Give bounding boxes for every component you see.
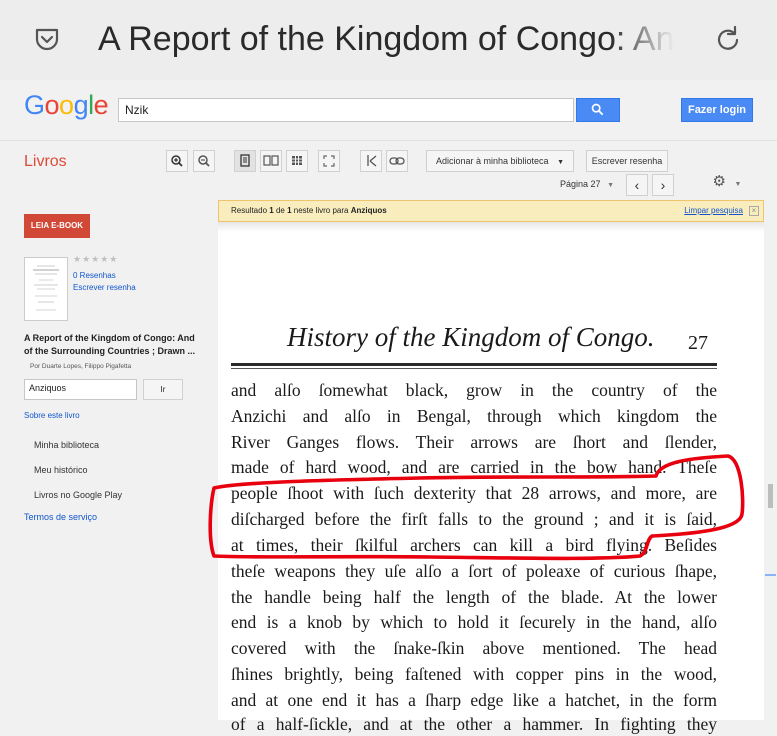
header-divider	[0, 140, 777, 141]
single-page-button[interactable]	[234, 150, 256, 172]
write-review-link[interactable]: Escrever resenha	[73, 283, 136, 292]
next-page-button[interactable]: ›	[652, 174, 674, 196]
header-rule-thin	[231, 368, 717, 369]
book-author: Por Duarte Lopes, Filippo Pigafetta	[30, 363, 132, 370]
link-icon	[389, 157, 405, 165]
tab-title: A Report of the Kingdom of Congo: An	[98, 20, 675, 58]
browser-tab-bar: A Report of the Kingdom of Congo: An	[0, 0, 777, 80]
page-select[interactable]: Página 27 ▼	[551, 174, 623, 196]
text-line: people ſhoot with ſuch dexterity that 28…	[231, 483, 717, 503]
text-line: at times, their ſkilful archers can kill…	[231, 535, 717, 555]
notice-text: Resultado	[231, 206, 268, 215]
book-search-input[interactable]: Anziquos	[24, 379, 137, 400]
two-page-button[interactable]	[260, 150, 282, 172]
close-icon[interactable]: ×	[749, 206, 759, 216]
gear-icon: ⚙	[712, 173, 726, 190]
notice-query: Anziquos	[350, 206, 387, 215]
chevron-down-icon: ▼	[557, 159, 565, 166]
pocket-icon[interactable]	[33, 25, 61, 53]
zoom-in-icon	[171, 155, 183, 167]
notice-result-total: 1	[287, 206, 292, 215]
book-search-button[interactable]: Ir	[143, 379, 183, 400]
text-line: diſcharged before the firſt falls to the…	[231, 509, 717, 529]
text-line: and at one end it has a ſharp edge like …	[231, 690, 717, 710]
chevron-left-icon: ‹	[634, 177, 640, 193]
zoom-in-button[interactable]	[166, 150, 188, 172]
header-rule	[231, 363, 717, 366]
text-line: the handle being half the length of the …	[231, 587, 717, 607]
thumbnail-view-button[interactable]	[286, 150, 308, 172]
book-cover-image	[33, 265, 59, 311]
search-icon	[591, 103, 604, 116]
clip-icon	[367, 155, 377, 167]
text-line: covered with the ſnake-ſkin above mentio…	[231, 638, 717, 658]
previous-page-button[interactable]: ‹	[626, 174, 648, 196]
zoom-out-icon	[198, 155, 210, 167]
vertical-scrollbar[interactable]	[764, 222, 777, 720]
notice-text: neste livro para	[293, 206, 349, 215]
text-line: end is a knob by which to hold it ſecure…	[231, 612, 717, 632]
google-logo[interactable]: Google	[24, 90, 109, 121]
reload-icon[interactable]	[712, 24, 744, 56]
write-review-button[interactable]: Escrever resenha	[586, 150, 668, 172]
notice-text: de	[275, 206, 285, 215]
notice-result-number: 1	[269, 206, 274, 215]
text-line: and alſo ſomewhat black, grow in the cou…	[231, 380, 717, 400]
read-ebook-button[interactable]: LEIA E-BOOK	[24, 214, 90, 238]
reviews-link[interactable]: 0 Resenhas	[73, 271, 116, 280]
book-title[interactable]: A Report of the Kingdom of Congo: And of…	[24, 332, 200, 358]
page-shadow	[218, 222, 764, 232]
add-to-library-button[interactable]: Adicionar à minha biblioteca ▼	[426, 150, 574, 172]
page-running-header: History of the Kingdom of Congo.	[287, 322, 655, 352]
login-button[interactable]: Fazer login	[681, 98, 753, 122]
page-number: 27	[688, 332, 708, 354]
terms-of-service-link[interactable]: Termos de serviço	[24, 512, 97, 522]
chevron-down-icon: ▼	[607, 182, 614, 189]
page-select-label: Página 27	[560, 179, 601, 189]
scrollbar-thumb[interactable]	[768, 484, 773, 508]
write-review-label: Escrever resenha	[591, 156, 663, 166]
nav-my-history[interactable]: Meu histórico	[34, 465, 88, 475]
fullscreen-button[interactable]	[318, 150, 340, 172]
search-result-notice: Resultado 1 de 1 neste livro para Anziqu…	[218, 200, 764, 222]
zoom-out-button[interactable]	[193, 150, 215, 172]
add-to-library-label: Adicionar à minha biblioteca	[435, 156, 549, 166]
search-input[interactable]: Nzik	[118, 98, 574, 122]
text-line: made of hard wood, and are carried in th…	[231, 457, 717, 477]
book-cover-thumbnail[interactable]	[24, 257, 68, 321]
text-line: theſe weapons they uſe alſo a ſort of po…	[231, 561, 717, 581]
text-line: Anzichi and alſo in Bengal, through whic…	[231, 406, 717, 426]
settings-button[interactable]: ⚙ ▼	[699, 172, 755, 194]
text-line: of a half-ſickle, and at the other a ham…	[231, 714, 717, 734]
nav-google-play-books[interactable]: Livros no Google Play	[34, 490, 122, 500]
fullscreen-icon	[323, 155, 335, 167]
single-page-icon	[240, 154, 250, 167]
link-button[interactable]	[386, 150, 408, 172]
thumbnail-grid-icon	[292, 156, 302, 165]
text-line: River Ganges flows. Their arrows are ſho…	[231, 432, 717, 452]
text-line: ſhines brightly, being faſtened with cop…	[231, 664, 717, 684]
clear-search-link[interactable]: Limpar pesquisa	[684, 201, 743, 221]
chevron-down-icon: ▼	[734, 181, 742, 188]
about-book-link[interactable]: Sobre este livro	[24, 411, 80, 420]
tab-title-fade	[610, 15, 690, 63]
chevron-right-icon: ›	[660, 177, 666, 193]
two-page-icon	[263, 155, 279, 166]
section-title[interactable]: Livros	[24, 153, 67, 171]
rating-stars: ★★★★★	[73, 254, 119, 264]
search-hit-marker	[765, 574, 776, 576]
search-button[interactable]	[576, 98, 620, 122]
nav-my-library[interactable]: Minha biblioteca	[34, 440, 99, 450]
clip-button[interactable]	[360, 150, 382, 172]
